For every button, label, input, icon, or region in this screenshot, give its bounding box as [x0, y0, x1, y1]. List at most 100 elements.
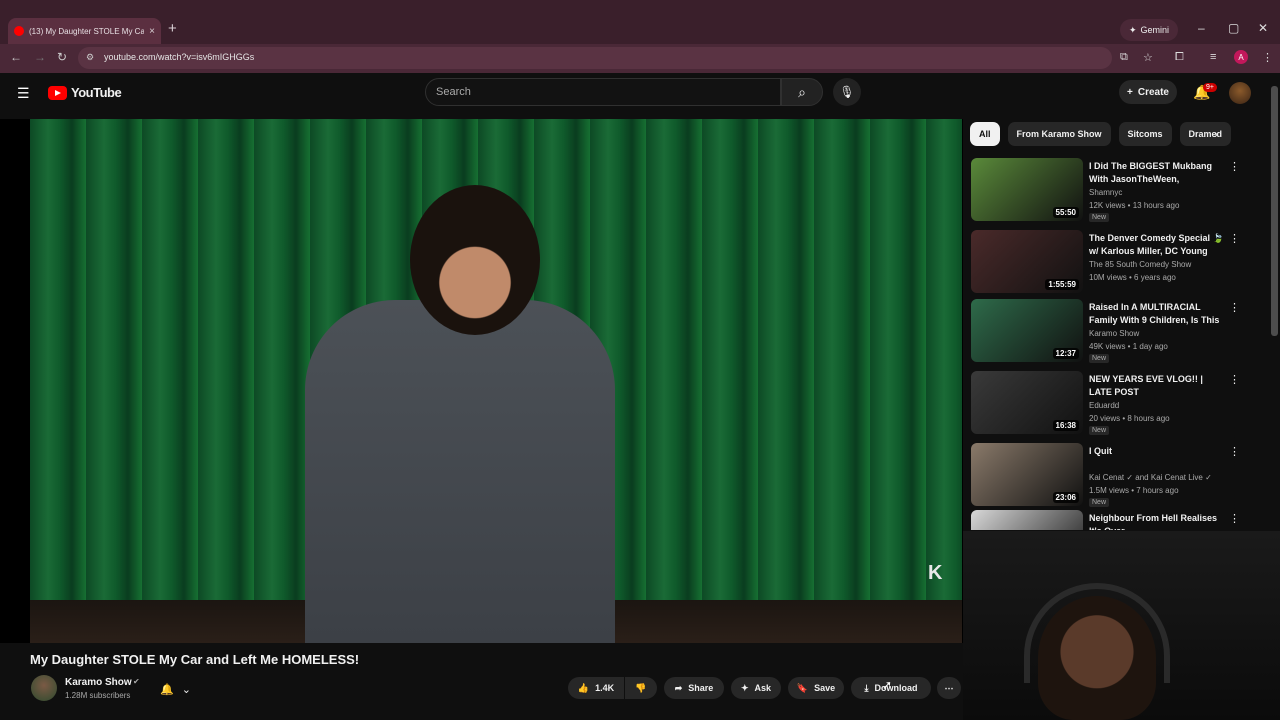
more-vertical-icon[interactable]: ⋮: [1229, 301, 1240, 314]
new-badge: New: [1089, 426, 1110, 435]
youtube-logo[interactable]: YouTube: [48, 85, 122, 100]
browser-tab[interactable]: (13) My Daughter STOLE My Ca ×: [8, 18, 161, 44]
video-frame-person: [305, 300, 615, 643]
minimize-button[interactable]: –: [1198, 21, 1205, 35]
recommendation-item[interactable]: 16:38 NEW YEARS EVE VLOG!! | LATE POST Edu…: [971, 371, 1251, 437]
recommendation-meta: 1.5M views • 7 hours ago: [1089, 486, 1179, 495]
video-thumbnail[interactable]: 16:38: [971, 371, 1083, 434]
recommendation-title[interactable]: I Did The BIGGEST Mukbang With JasonTheW…: [1089, 160, 1225, 186]
sparkle-icon: ✦: [740, 682, 749, 693]
like-count: 1.4K: [595, 683, 615, 693]
profile-avatar[interactable]: A: [1234, 50, 1248, 64]
video-thumbnail[interactable]: 12:37: [971, 299, 1083, 362]
video-duration: 1:55:59: [1045, 279, 1079, 290]
bell-icon: 🔔: [160, 683, 174, 696]
ask-label: Ask: [754, 683, 772, 693]
recommendation-title[interactable]: I Quit: [1089, 445, 1225, 458]
url-text[interactable]: youtube.com/watch?v=isv6mIGHGGs: [104, 52, 254, 62]
filter-chip[interactable]: All: [970, 122, 1000, 146]
recommendation-meta: 12K views • 13 hours ago: [1089, 201, 1180, 210]
recommendation-item[interactable]: Neighbour From Hell Realises It's Over ⋮: [971, 510, 1251, 530]
gemini-button[interactable]: ✦ Gemini: [1120, 19, 1178, 41]
browser-menu-icon[interactable]: ⋮: [1262, 51, 1273, 64]
recommendation-title[interactable]: NEW YEARS EVE VLOG!! | LATE POST: [1089, 373, 1225, 399]
recommendation-item[interactable]: 1:55:59 The Denver Comedy Special 🍃 w/ Ka…: [971, 230, 1251, 296]
new-badge: New: [1089, 213, 1110, 222]
new-badge: New: [1089, 498, 1110, 507]
more-actions-button[interactable]: ⋯: [937, 677, 961, 699]
hamburger-menu-icon[interactable]: ☰: [17, 85, 30, 102]
save-button[interactable]: 🔖 Save: [788, 677, 844, 699]
create-button[interactable]: + Create: [1119, 80, 1177, 104]
recommendation-channel[interactable]: Shamnyc: [1089, 188, 1122, 197]
recommendations-list: 55:50 I Did The BIGGEST Mukbang With Jaso…: [971, 158, 1251, 530]
media-controls-icon[interactable]: ≡: [1210, 51, 1216, 63]
new-tab-button[interactable]: +: [168, 20, 177, 37]
filter-chip[interactable]: From Karamo Show: [1007, 122, 1111, 146]
filter-chip[interactable]: Sitcoms: [1118, 122, 1172, 146]
more-horizontal-icon: ⋯: [944, 682, 954, 693]
account-avatar[interactable]: [1229, 82, 1251, 104]
voice-search-button[interactable]: 🎙: [833, 78, 861, 106]
share-arrow-icon: ➦: [674, 682, 683, 693]
create-label: Create: [1137, 86, 1169, 98]
more-vertical-icon[interactable]: ⋮: [1229, 232, 1240, 245]
close-window-button[interactable]: ✕: [1258, 21, 1268, 35]
filter-chips: All From Karamo Show Sitcoms Dramed: [970, 122, 1232, 146]
video-thumbnail[interactable]: 55:50: [971, 158, 1083, 221]
search-input[interactable]: Search: [425, 78, 781, 106]
back-arrow-icon[interactable]: ←: [10, 50, 22, 64]
recommendation-channel[interactable]: Eduardd: [1089, 401, 1119, 410]
notification-badge: 9+: [1203, 83, 1217, 92]
video-duration: 12:37: [1052, 348, 1079, 359]
video-thumbnail[interactable]: [971, 510, 1083, 530]
recommendation-meta: 49K views • 1 day ago: [1089, 342, 1168, 351]
recommendation-title[interactable]: The Denver Comedy Special 🍃 w/ Karlous M…: [1089, 232, 1225, 258]
bookmark-star-icon[interactable]: ☆: [1143, 51, 1153, 64]
subscription-notifications-button[interactable]: 🔔 ⌄: [160, 680, 206, 698]
page-scrollbar[interactable]: [1271, 86, 1278, 336]
channel-avatar[interactable]: [31, 675, 57, 701]
logo-text: YouTube: [71, 85, 122, 100]
sparkle-icon: ✦: [1128, 24, 1137, 35]
recommendation-channel[interactable]: Karamo Show: [1089, 329, 1139, 338]
video-thumbnail[interactable]: 23:06: [971, 443, 1083, 506]
recommendation-title[interactable]: Raised In A MULTIRACIAL Family With 9 Ch…: [1089, 301, 1225, 327]
share-button[interactable]: ➦ Share: [664, 677, 724, 699]
subscriber-count: 1.28M subscribers: [65, 691, 131, 700]
restore-button[interactable]: ▢: [1228, 21, 1239, 35]
chevron-down-icon: ⌄: [181, 683, 191, 696]
reload-icon[interactable]: ↻: [57, 50, 67, 64]
filter-chip[interactable]: Dramed: [1179, 122, 1232, 146]
more-vertical-icon[interactable]: ⋮: [1229, 512, 1240, 525]
verified-icon: ✔: [133, 677, 140, 686]
more-vertical-icon[interactable]: ⋮: [1229, 445, 1240, 458]
video-duration: 16:38: [1052, 420, 1079, 431]
extensions-icon[interactable]: ⧠: [1175, 51, 1184, 64]
browser-tab-bar: [0, 0, 1280, 44]
recommendation-channel[interactable]: The 85 South Comedy Show: [1089, 260, 1191, 269]
search-button[interactable]: ⌕: [781, 78, 823, 106]
site-info-icon[interactable]: ⚙: [86, 52, 94, 63]
install-app-icon[interactable]: ⧉: [1120, 51, 1128, 64]
search-icon: ⌕: [798, 83, 806, 100]
ask-button[interactable]: ✦ Ask: [731, 677, 781, 699]
recommendation-title[interactable]: Neighbour From Hell Realises It's Over: [1089, 512, 1225, 530]
like-button[interactable]: 👍 1.4K: [568, 677, 624, 699]
forward-arrow-icon[interactable]: →: [34, 50, 46, 64]
dislike-button[interactable]: 👎: [625, 677, 657, 699]
recommendation-item[interactable]: 55:50 I Did The BIGGEST Mukbang With Jaso…: [971, 158, 1251, 224]
channel-name[interactable]: Karamo Show: [65, 677, 132, 688]
gemini-label: Gemini: [1140, 25, 1170, 35]
recommendation-channel[interactable]: Kai Cenat ✓ and Kai Cenat Live ✓: [1089, 473, 1212, 482]
tab-title: (13) My Daughter STOLE My Ca: [29, 26, 145, 36]
more-vertical-icon[interactable]: ⋮: [1229, 373, 1240, 386]
more-vertical-icon[interactable]: ⋮: [1229, 160, 1240, 173]
chevron-right-icon[interactable]: ›: [1214, 127, 1218, 141]
recommendation-item[interactable]: 23:06 I Quit Kai Cenat ✓ and Kai Cenat Liv…: [971, 443, 1251, 509]
channel-watermark[interactable]: K: [928, 562, 942, 585]
recommendation-item[interactable]: 12:37 Raised In A MULTIRACIAL Family With…: [971, 299, 1251, 365]
tab-close-icon[interactable]: ×: [149, 26, 155, 37]
video-thumbnail[interactable]: 1:55:59: [971, 230, 1083, 293]
plus-icon: +: [1127, 86, 1133, 98]
